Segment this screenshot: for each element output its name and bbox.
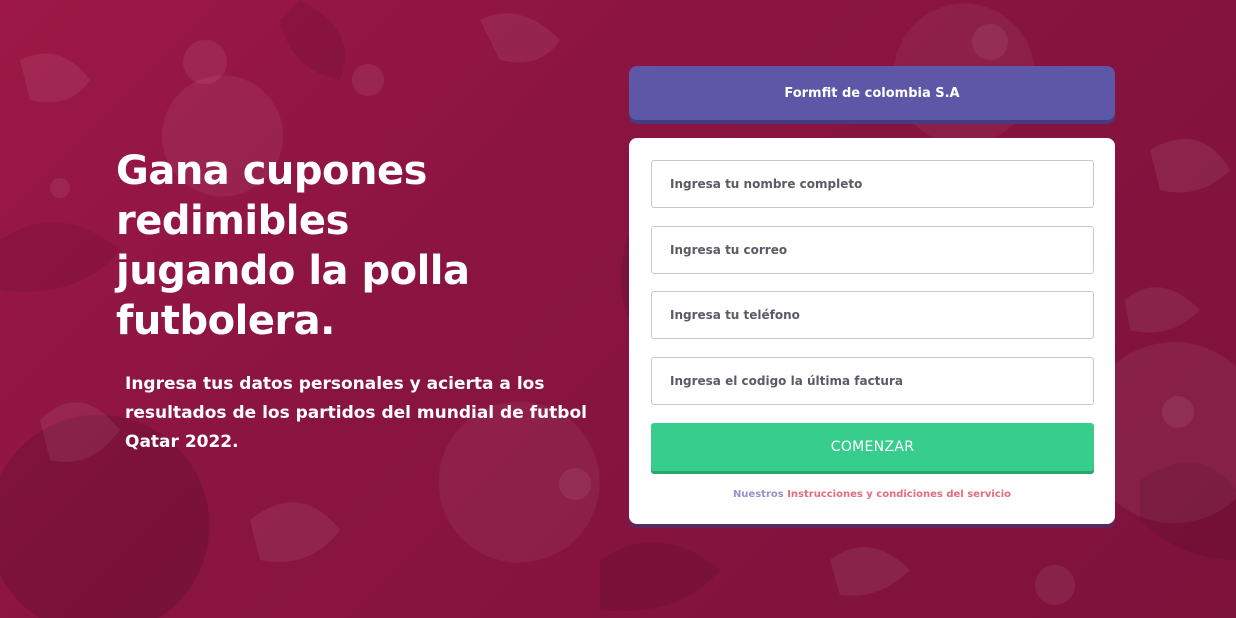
hero-title: Gana cupones redimibles jugando la polla… bbox=[116, 148, 470, 344]
name-input[interactable] bbox=[651, 160, 1094, 208]
hero-subtitle: Ingresa tus datos personales y acierta a… bbox=[125, 374, 587, 452]
form-header-title: Formfit de colombia S.A bbox=[784, 85, 960, 101]
form-header: Formfit de colombia S.A bbox=[629, 66, 1115, 120]
terms-text: Nuestros Instrucciones y condiciones del… bbox=[629, 489, 1115, 500]
signup-form-card: COMENZAR Nuestros Instrucciones y condic… bbox=[629, 138, 1115, 524]
invoice-code-input[interactable] bbox=[651, 357, 1094, 405]
start-button[interactable]: COMENZAR bbox=[651, 423, 1094, 471]
phone-input[interactable] bbox=[651, 291, 1094, 339]
terms-prefix: Nuestros bbox=[732, 489, 788, 500]
terms-link[interactable]: Instrucciones y condiciones del servicio bbox=[787, 489, 1011, 500]
email-input[interactable] bbox=[651, 226, 1094, 274]
